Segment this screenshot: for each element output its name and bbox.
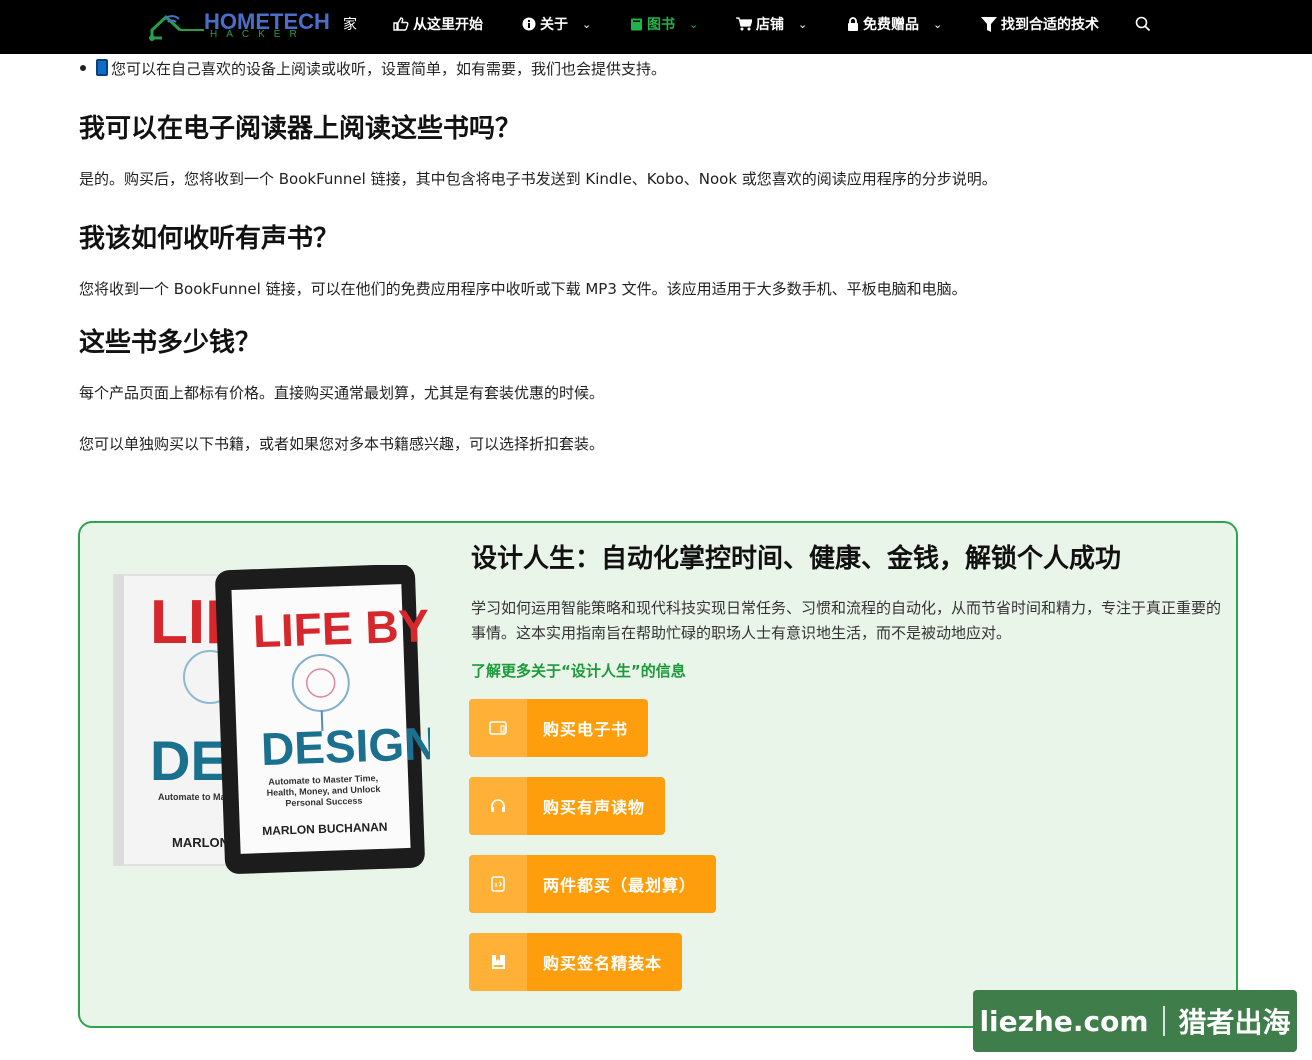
learn-more-link[interactable]: 了解更多关于“设计人生”的信息 <box>471 660 686 681</box>
front-title-1: LIFE BY <box>252 599 430 657</box>
nav-item-books[interactable]: 图书 ⌄ <box>630 14 698 34</box>
tablet-icon <box>489 721 507 735</box>
product-description: 学习如何运用智能策略和现代科技实现日常任务、习惯和流程的自动化，从而节省时间和精… <box>471 599 1222 642</box>
faq-question-ereader: 我可以在电子阅读器上阅读这些书吗？ <box>79 114 522 144</box>
product-title: 设计人生：自动化掌控时间、健康、金钱，解锁个人成功 <box>471 544 1122 574</box>
nav-item-shop[interactable]: 店铺 ⌄ <box>736 14 807 34</box>
chevron-down-icon: ⌄ <box>933 17 943 31</box>
house-wifi-logo-icon <box>149 14 204 41</box>
nav-item-home[interactable]: 家 <box>343 14 357 34</box>
faq-question-audiobook: 我该如何收听有声书？ <box>79 224 340 254</box>
list-item: 您可以在自己喜欢的设备上阅读或收听，设置简单，如有需要，我们也会提供支持。 <box>80 58 666 79</box>
watermark-domain: liezhe.com <box>979 1004 1149 1038</box>
search-icon[interactable] <box>1135 16 1151 32</box>
buy-bundle-button[interactable]: 两件都买（最划算） <box>469 855 717 913</box>
nav-item-about[interactable]: 关于 ⌄ <box>522 14 591 34</box>
faq-question-price: 这些书多少钱？ <box>79 328 262 358</box>
thumbs-up-icon <box>393 17 409 31</box>
tablet-cover: LIFE BY DESIGN Automate to Master Time, … <box>215 565 430 874</box>
chevron-down-icon: ⌄ <box>689 17 699 31</box>
watermark-brand: 猎者出海 <box>1178 1006 1291 1039</box>
faq-answer-audiobook: 您将收到一个 BookFunnel 链接，可以在他们的免费应用程序中收听或下载 … <box>79 280 967 298</box>
faq-answer-price: 每个产品页面上都标有价格。直接购买通常最划算，尤其是有套装优惠的时候。 <box>79 384 605 402</box>
bundle-note: 您可以单独购买以下书籍，或者如果您对多本书籍感兴趣，可以选择折扣套装。 <box>79 435 605 453</box>
buy-audiobook-button[interactable]: 购买有声读物 <box>469 777 666 835</box>
nav-item-find-tech[interactable]: 找到合适的技术 <box>981 14 1099 34</box>
headphones-icon <box>491 799 505 812</box>
buy-signed-hardcover-button[interactable]: 购买签名精装本 <box>469 933 683 991</box>
watermark-badge: liezhe.com 猎者出海 <box>973 990 1297 1052</box>
top-nav: HOMETECH HACKER 家 从这里开始 关于 ⌄ 图书 ⌄ 店铺 ⌄ 免… <box>0 0 1312 54</box>
signed-book-icon <box>491 955 505 969</box>
info-icon <box>522 17 536 31</box>
bundle-icon <box>491 876 505 892</box>
buy-ebook-button[interactable]: 购买电子书 <box>469 699 649 757</box>
bullet-dot <box>80 64 86 71</box>
watermark-divider <box>1162 1006 1165 1036</box>
cart-icon <box>736 17 752 31</box>
logo-sub: HACKER <box>210 29 306 40</box>
chevron-down-icon: ⌄ <box>582 17 592 31</box>
nav-item-freebies[interactable]: 免费赠品 ⌄ <box>847 14 942 34</box>
faq-answer-ereader: 是的。购买后，您将收到一个 BookFunnel 链接，其中包含将电子书发送到 … <box>79 170 997 188</box>
site-logo[interactable]: HOMETECH HACKER <box>148 8 330 42</box>
book-cover-image[interactable]: LIFE DESI Automate to Ma Health, Money, … <box>90 565 430 885</box>
front-title-2: DESIGN <box>260 717 430 775</box>
nav-item-start-here[interactable]: 从这里开始 <box>393 14 483 34</box>
book-icon <box>631 18 642 30</box>
mobile-phone-icon <box>96 59 108 76</box>
chevron-down-icon: ⌄ <box>798 17 808 31</box>
lock-icon <box>848 17 858 31</box>
filter-icon <box>981 16 997 32</box>
